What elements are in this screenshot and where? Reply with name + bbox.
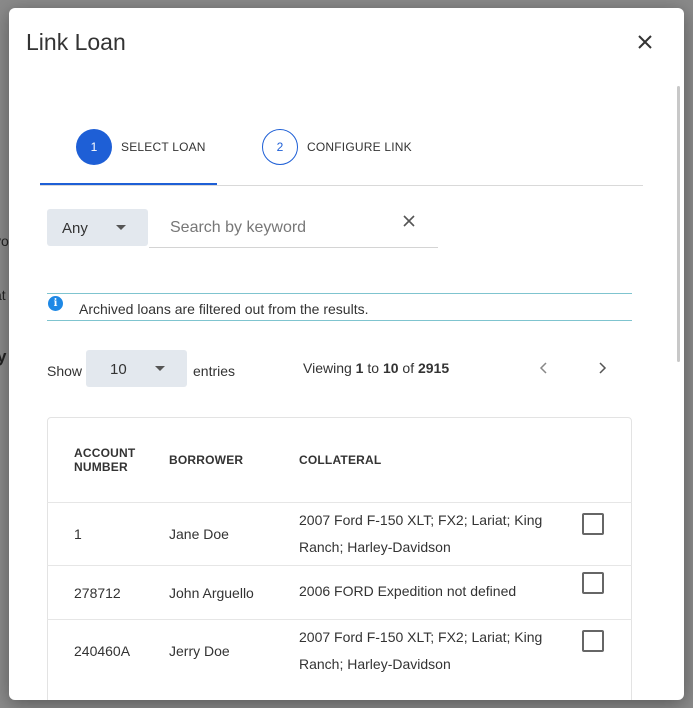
row-divider xyxy=(47,619,632,620)
row-1-account: 1 xyxy=(74,526,82,542)
stepper-divider xyxy=(40,185,643,186)
search-input[interactable] xyxy=(149,209,438,248)
row-1-select-checkbox[interactable] xyxy=(582,513,604,535)
column-header-collateral: COLLATERAL xyxy=(299,453,382,467)
chevron-down-icon xyxy=(116,225,126,230)
close-button[interactable] xyxy=(633,30,657,54)
backdrop-text-1: yo xyxy=(0,233,9,249)
previous-page-button[interactable] xyxy=(536,360,552,376)
chevron-right-icon xyxy=(599,362,607,374)
step-2-number: 2 xyxy=(262,129,298,165)
step-configure-link[interactable]: 2 CONFIGURE LINK xyxy=(262,129,412,165)
row-1-borrower: Jane Doe xyxy=(169,526,229,542)
viewing-total: 2915 xyxy=(417,360,450,376)
backdrop-text-2: at xyxy=(0,287,6,303)
column-header-account-number: ACCOUNT NUMBER xyxy=(74,446,135,474)
page-size-value: 10 xyxy=(110,361,127,378)
loan-type-select[interactable]: Any xyxy=(47,209,148,246)
row-2-collateral: 2006 FORD Expedition not defined xyxy=(299,583,517,599)
row-2-select-checkbox[interactable] xyxy=(582,572,604,594)
viewing-to-word: to xyxy=(367,360,380,376)
viewing-from: 1 xyxy=(355,360,364,376)
clear-icon xyxy=(403,215,415,227)
viewing-to: 10 xyxy=(382,360,399,376)
link-loan-modal: Link Loan 1 SELECT LOAN 2 CONFIGURE LINK… xyxy=(9,8,684,700)
header-account-line1: ACCOUNT xyxy=(74,446,136,460)
info-text: Archived loans are filtered out from the… xyxy=(79,301,369,317)
info-banner: i Archived loans are filtered out from t… xyxy=(47,293,632,321)
clear-search-button[interactable] xyxy=(402,214,416,228)
column-header-borrower: BORROWER xyxy=(169,453,244,467)
viewing-of-word: of xyxy=(402,360,415,376)
row-3-account: 240460A xyxy=(74,643,131,659)
step-1-label: SELECT LOAN xyxy=(121,140,206,154)
chevron-down-icon xyxy=(155,366,165,371)
entries-label: entries xyxy=(193,363,236,379)
header-divider xyxy=(47,502,632,503)
page-size-select[interactable]: 10 xyxy=(86,350,187,387)
row-3-borrower: Jerry Doe xyxy=(169,643,230,659)
close-icon xyxy=(638,35,652,49)
row-divider xyxy=(47,565,632,566)
viewing-summary: Viewing 1 to 10 of 2915 xyxy=(303,360,449,376)
row-2-borrower: John Arguello xyxy=(169,585,254,601)
modal-title: Link Loan xyxy=(26,29,126,55)
info-icon: i xyxy=(48,296,63,311)
backdrop-text-3: y xyxy=(0,347,7,366)
row-3-select-checkbox[interactable] xyxy=(582,630,604,652)
step-select-loan[interactable]: 1 SELECT LOAN xyxy=(76,129,206,165)
scrollbar-thumb[interactable] xyxy=(677,86,680,362)
row-3-collateral: 2007 Ford F-150 XLT; FX2; Lariat; King R… xyxy=(299,629,543,672)
header-account-line2: NUMBER xyxy=(74,460,128,474)
loan-type-value: Any xyxy=(62,220,88,237)
chevron-left-icon xyxy=(539,362,547,374)
active-step-indicator xyxy=(40,183,217,185)
viewing-prefix: Viewing xyxy=(303,360,352,376)
next-page-button[interactable] xyxy=(594,360,610,376)
step-1-number: 1 xyxy=(76,129,112,165)
row-2-account: 278712 xyxy=(74,585,121,601)
row-1-collateral: 2007 Ford F-150 XLT; FX2; Lariat; King R… xyxy=(299,512,543,555)
show-label: Show xyxy=(47,363,83,379)
step-2-label: CONFIGURE LINK xyxy=(307,140,412,154)
